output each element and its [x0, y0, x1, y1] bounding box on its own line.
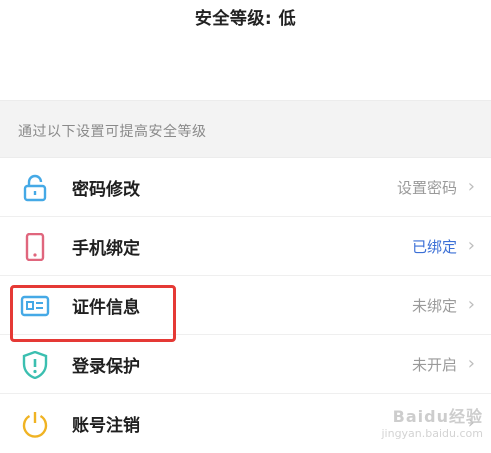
chevron-right-icon: ›: [467, 235, 475, 256]
row-label: 手机绑定: [72, 239, 140, 259]
row-password-change[interactable]: 密码修改 设置密码 ›: [0, 158, 491, 217]
watermark: Baidu经验 jingyan.baidu.com: [363, 403, 483, 447]
row-status: 已绑定: [411, 238, 457, 256]
power-icon: [22, 412, 48, 438]
row-login-protection[interactable]: 登录保护 未开启 ›: [0, 335, 491, 394]
chevron-right-icon: ›: [467, 176, 475, 197]
header-area: 安全等级: 低: [0, 0, 491, 100]
security-level-title: 安全等级: 低: [194, 9, 297, 29]
id-card-icon: [20, 295, 50, 317]
row-id-info[interactable]: 证件信息 未绑定 ›: [0, 276, 491, 335]
lock-icon: [23, 174, 47, 202]
row-label: 密码修改: [72, 180, 140, 200]
hint-text: 通过以下设置可提高安全等级: [18, 124, 207, 140]
row-phone-binding[interactable]: 手机绑定 已绑定 ›: [0, 217, 491, 276]
row-status: 未开启: [411, 356, 457, 374]
row-label: 证件信息: [72, 298, 140, 318]
chevron-right-icon: ›: [467, 294, 475, 315]
watermark-url: jingyan.baidu.com: [381, 427, 483, 440]
row-status: 设置密码: [396, 179, 457, 197]
hint-bar: 通过以下设置可提高安全等级: [0, 100, 491, 158]
watermark-logo: Baidu经验: [392, 407, 483, 426]
phone-icon: [25, 233, 45, 261]
row-status: 未绑定: [411, 297, 457, 315]
row-label: 账号注销: [72, 416, 140, 436]
shield-alert-icon: [22, 351, 48, 379]
row-label: 登录保护: [72, 357, 140, 377]
chevron-right-icon: ›: [467, 353, 475, 374]
